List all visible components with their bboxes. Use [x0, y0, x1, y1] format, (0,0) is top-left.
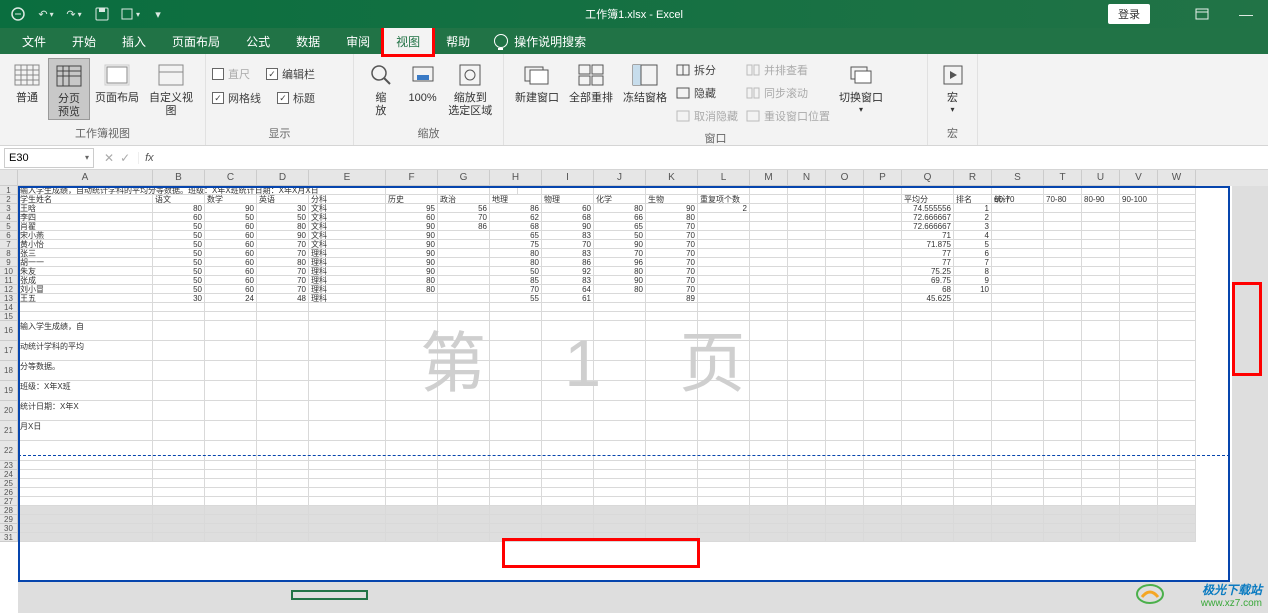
- pagebreak-preview-button[interactable]: 分页 预览: [48, 58, 90, 120]
- bulb-icon: [494, 34, 508, 48]
- split-button[interactable]: 拆分: [676, 60, 738, 80]
- qat-save-icon[interactable]: [90, 3, 114, 25]
- formula-bar: E30 ✕ ✓ fx: [0, 146, 1268, 170]
- ruler-checkbox: 直尺: [212, 64, 250, 84]
- cancel-icon: ✕: [104, 151, 114, 165]
- minimize-button[interactable]: —: [1224, 0, 1268, 28]
- zoom-button[interactable]: 缩 放: [360, 58, 402, 118]
- tab-data[interactable]: 数据: [284, 28, 332, 54]
- group-label-views: 工作簿视图: [0, 123, 205, 145]
- gray-area-right: [1232, 186, 1268, 613]
- ribbon-display-icon[interactable]: [1180, 0, 1224, 28]
- qat-redo-icon[interactable]: ↷: [62, 3, 86, 25]
- column-headers[interactable]: ABCDEFGHIJKLMNOPQRSTUVW: [18, 170, 1268, 186]
- tab-layout[interactable]: 页面布局: [160, 28, 232, 54]
- unhide-button: 取消隐藏: [676, 106, 738, 126]
- tab-formula[interactable]: 公式: [234, 28, 282, 54]
- site-logo-icon: [1136, 583, 1164, 605]
- page-layout-button[interactable]: 页面布局: [90, 58, 144, 105]
- group-label-show: 显示: [206, 123, 353, 145]
- ribbon: 普通 分页 预览 页面布局 自定义视图 工作簿视图 直尺 ✓编辑栏: [0, 54, 1268, 146]
- headings-checkbox[interactable]: ✓标题: [277, 88, 315, 108]
- freeze-panes-button[interactable]: 冻结窗格: [618, 58, 672, 105]
- tab-insert[interactable]: 插入: [110, 28, 158, 54]
- name-box[interactable]: E30: [4, 148, 94, 168]
- hide-button[interactable]: 隐藏: [676, 83, 738, 103]
- sync-scroll-button: 同步滚动: [746, 83, 830, 103]
- group-label-zoom: 缩放: [354, 123, 503, 145]
- tell-me[interactable]: 操作说明搜索: [494, 28, 586, 54]
- reset-pos-button: 重设窗口位置: [746, 106, 830, 126]
- formula-input[interactable]: [160, 148, 1268, 168]
- zoom-100-button[interactable]: 100%: [402, 58, 444, 105]
- tab-review[interactable]: 审阅: [334, 28, 382, 54]
- ribbon-tabs: 文件 开始 插入 页面布局 公式 数据 审阅 视图 帮助 操作说明搜索: [0, 28, 1268, 54]
- group-label-macro: 宏: [928, 123, 977, 145]
- qat-autosave-icon[interactable]: [6, 3, 30, 25]
- tell-me-label: 操作说明搜索: [514, 33, 586, 50]
- site-watermark: 极光下载站 www.xz7.com: [1201, 581, 1262, 609]
- qat-undo-icon[interactable]: ↶: [34, 3, 58, 25]
- cell-area[interactable]: 输入学生成绩，自动统计学科的平均分等数据。班级：X年X班统计日期：X年X月X日学…: [18, 186, 1268, 613]
- qat-preview-icon[interactable]: [118, 3, 142, 25]
- macros-button[interactable]: 宏 ▾: [934, 58, 971, 115]
- gray-area-bottom: [18, 582, 1268, 613]
- row-headers[interactable]: 1234567891011121314151617181920212223242…: [0, 186, 18, 542]
- custom-views-button[interactable]: 自定义视图: [144, 58, 198, 118]
- tab-view[interactable]: 视图: [384, 28, 432, 54]
- tab-home[interactable]: 开始: [60, 28, 108, 54]
- enter-icon: ✓: [120, 151, 130, 165]
- arrange-all-button[interactable]: 全部重排: [564, 58, 618, 105]
- view-side-button: 并排查看: [746, 60, 830, 80]
- zoom-selection-button[interactable]: 缩放到 选定区域: [443, 58, 497, 118]
- window-title: 工作簿1.xlsx - Excel: [585, 6, 683, 22]
- select-all-corner[interactable]: [0, 170, 18, 186]
- title-bar: ↶ ↷ ▾ 工作簿1.xlsx - Excel 登录 —: [0, 0, 1268, 28]
- spreadsheet-grid[interactable]: ABCDEFGHIJKLMNOPQRSTUVW 1234567891011121…: [0, 170, 1268, 613]
- fx-icon[interactable]: fx: [138, 152, 160, 164]
- qat-customize-icon[interactable]: ▾: [146, 3, 170, 25]
- gridlines-checkbox[interactable]: ✓网格线: [212, 88, 261, 108]
- tab-help[interactable]: 帮助: [434, 28, 482, 54]
- normal-view-button[interactable]: 普通: [6, 58, 48, 105]
- switch-windows-button[interactable]: 切换窗口 ▾: [834, 58, 888, 115]
- login-button[interactable]: 登录: [1108, 4, 1150, 24]
- tab-file[interactable]: 文件: [10, 28, 58, 54]
- formulabar-checkbox[interactable]: ✓编辑栏: [266, 64, 315, 84]
- new-window-button[interactable]: 新建窗口: [510, 58, 564, 105]
